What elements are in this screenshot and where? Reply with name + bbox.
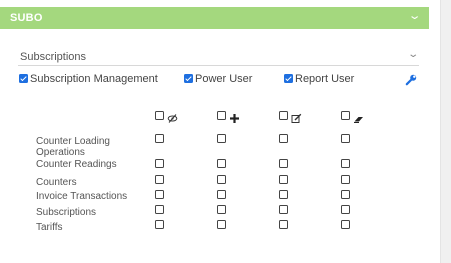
row-checkbox-delete[interactable]: [341, 159, 350, 168]
role-checkbox-report-user[interactable]: [284, 74, 293, 83]
chevron-down-icon: ⌄: [406, 49, 419, 60]
eye-off-icon: [167, 114, 178, 123]
row-label-tariffs: Tariffs: [36, 222, 63, 233]
subscriptions-select[interactable]: Subscriptions ⌄: [18, 49, 419, 66]
row-checkbox-edit[interactable]: [279, 159, 288, 168]
row-checkbox-add[interactable]: [217, 190, 226, 199]
row-checkbox-delete[interactable]: [341, 175, 350, 184]
row-checkbox-edit[interactable]: [279, 205, 288, 214]
role-label-power-user: Power User: [195, 73, 253, 85]
role-checkbox-subscription-management[interactable]: [19, 74, 28, 83]
row-label-counter-loading-operations: Counter Loading Operations: [36, 136, 110, 158]
role-label-subscription-management: Subscription Management: [30, 73, 158, 85]
chevron-down-icon[interactable]: ⌄: [407, 9, 421, 22]
column-checkbox-edit[interactable]: [279, 111, 288, 120]
row-checkbox-delete[interactable]: [341, 190, 350, 199]
role-checkbox-power-user[interactable]: [184, 74, 193, 83]
wrench-icon[interactable]: [405, 74, 417, 86]
row-label-counters: Counters: [36, 177, 77, 188]
row-checkbox-delete[interactable]: [341, 134, 350, 143]
row-checkbox-hide[interactable]: [155, 175, 164, 184]
row-checkbox-edit[interactable]: [279, 175, 288, 184]
row-checkbox-hide[interactable]: [155, 159, 164, 168]
row-checkbox-add[interactable]: [217, 220, 226, 229]
plus-icon: [230, 114, 239, 123]
column-checkbox-hide[interactable]: [155, 111, 164, 120]
row-checkbox-edit[interactable]: [279, 190, 288, 199]
subscriptions-select-value: Subscriptions: [20, 51, 87, 63]
column-checkbox-add[interactable]: [217, 111, 226, 120]
row-checkbox-add[interactable]: [217, 134, 226, 143]
row-checkbox-hide[interactable]: [155, 205, 164, 214]
vertical-scrollbar[interactable]: [440, 0, 451, 263]
row-checkbox-edit[interactable]: [279, 134, 288, 143]
eraser-icon: [354, 117, 363, 123]
row-label-subscriptions: Subscriptions: [36, 207, 97, 218]
column-checkbox-delete[interactable]: [341, 111, 350, 120]
row-label-counter-readings: Counter Readings: [36, 159, 117, 170]
edit-icon: [291, 113, 302, 123]
row-label-invoice-transactions: Invoice Transactions: [36, 191, 128, 202]
section-title: SUBO: [10, 12, 43, 24]
row-checkbox-add[interactable]: [217, 175, 226, 184]
role-label-report-user: Report User: [295, 73, 355, 85]
row-checkbox-hide[interactable]: [155, 190, 164, 199]
row-checkbox-delete[interactable]: [341, 205, 350, 214]
row-checkbox-hide[interactable]: [155, 220, 164, 229]
row-checkbox-add[interactable]: [217, 159, 226, 168]
section-header[interactable]: SUBO ⌄: [0, 7, 429, 29]
row-checkbox-add[interactable]: [217, 205, 226, 214]
row-checkbox-hide[interactable]: [155, 134, 164, 143]
row-checkbox-delete[interactable]: [341, 220, 350, 229]
row-checkbox-edit[interactable]: [279, 220, 288, 229]
